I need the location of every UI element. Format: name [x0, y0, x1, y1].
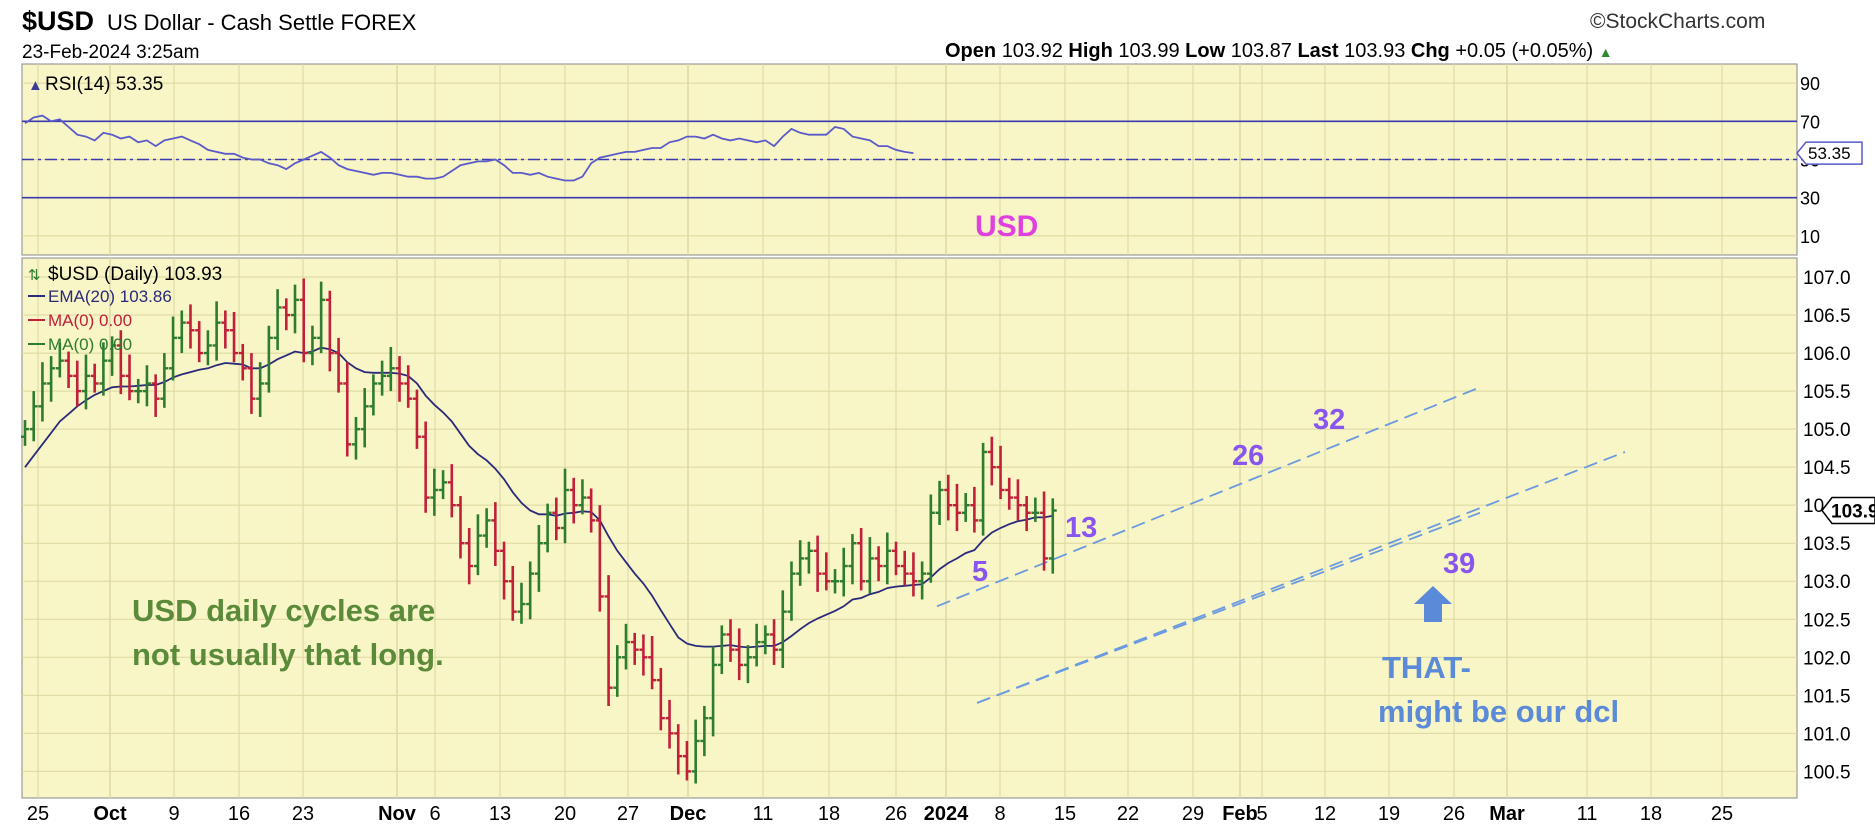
- rsi-tick-label: 10: [1800, 227, 1820, 247]
- price-panel: 107.0106.5106.0105.5105.0104.5104.0103.5…: [21, 257, 1875, 799]
- price-tick-label: 101.0: [1803, 724, 1851, 745]
- dcl-note-line1: THAT-: [1382, 650, 1471, 685]
- x-tick-label: Mar: [1489, 803, 1525, 825]
- x-tick-label: 15: [1054, 803, 1076, 825]
- exchange-label: FOREX: [340, 10, 417, 35]
- price-tick-label: 106.0: [1803, 344, 1851, 365]
- dcl-note-line2: might be our dcl: [1378, 694, 1619, 729]
- price-tick-label: 107.0: [1803, 268, 1851, 289]
- rsi-tick-label: 90: [1800, 74, 1820, 94]
- x-tick-label: 25: [1711, 803, 1733, 825]
- description-text: US Dollar - Cash Settle: [107, 10, 335, 35]
- x-tick-label: 8: [994, 803, 1005, 825]
- x-tick-label: Feb: [1222, 803, 1258, 825]
- rsi-legend-text: RSI(14) 53.35: [45, 74, 163, 95]
- quote-datetime: 23-Feb-2024 3:25am: [22, 42, 200, 63]
- x-tick-label: Nov: [378, 803, 417, 825]
- ma1-legend-text: MA(0) 0.00: [48, 311, 132, 330]
- x-tick-label: 5: [1256, 803, 1267, 825]
- chg-label: Chg: [1410, 40, 1450, 62]
- x-axis-ticks: 25 Oct 9 16 23 Nov 6 13 20 27 Dec 11 18 26 2024 8 15 22 29…: [27, 803, 1733, 825]
- x-tick-label: 16: [228, 803, 250, 825]
- rsi-tick-label: 30: [1800, 189, 1820, 209]
- low-label: Low: [1185, 40, 1226, 62]
- cycle-label-5: 5: [972, 556, 988, 588]
- brand-watermark: ©StockCharts.com: [1590, 10, 1766, 33]
- stock-chart: 9070503010 ▲ RSI(14) 53.35 53.35 USD 107…: [21, 63, 1875, 825]
- x-tick-label: 27: [617, 803, 639, 825]
- price-tick-label: 103.0: [1803, 572, 1851, 593]
- low-value: 103.87: [1230, 40, 1292, 62]
- price-tick-label: 105.5: [1803, 382, 1851, 403]
- rsi-tick-label: 70: [1800, 112, 1820, 132]
- x-tick-label: Dec: [670, 803, 707, 825]
- x-tick-label: 26: [885, 803, 907, 825]
- rsi-legend: ▲ RSI(14) 53.35: [28, 74, 163, 95]
- cycle-label-26: 26: [1232, 440, 1264, 472]
- cycle-note-line1: USD daily cycles are: [132, 593, 435, 628]
- x-tick-label: 18: [818, 803, 840, 825]
- x-tick-label: 22: [1117, 803, 1139, 825]
- ema-legend-text: EMA(20) 103.86: [48, 287, 172, 306]
- price-tick-label: 100.5: [1803, 762, 1851, 783]
- cycle-note-line2: not usually that long.: [132, 637, 444, 672]
- cycle-label-39: 39: [1443, 548, 1475, 580]
- cycle-label-13: 13: [1065, 512, 1097, 544]
- price-tick-label: 104.5: [1803, 458, 1851, 479]
- cycle-label-32: 32: [1313, 404, 1345, 436]
- x-tick-label: 2024: [924, 803, 969, 825]
- usd-label: USD: [975, 210, 1038, 243]
- last-label: Last: [1297, 40, 1339, 62]
- x-tick-label: 23: [292, 803, 314, 825]
- x-tick-label: 26: [1443, 803, 1465, 825]
- price-tick-label: 105.0: [1803, 420, 1851, 441]
- price-tick-label: 102.0: [1803, 648, 1851, 669]
- rsi-legend-icon: ▲: [28, 77, 43, 94]
- x-tick-label: Oct: [93, 803, 127, 825]
- high-label: High: [1068, 40, 1113, 62]
- x-tick-label: 29: [1182, 803, 1204, 825]
- x-tick-label: 12: [1314, 803, 1336, 825]
- price-last-label: 103.93: [1831, 502, 1875, 523]
- x-tick-label: 6: [429, 803, 440, 825]
- rsi-panel: 9070503010 ▲ RSI(14) 53.35 53.35 USD: [21, 63, 1863, 256]
- x-tick-label: 9: [168, 803, 179, 825]
- price-axis-ticks: 107.0106.5106.0105.5105.0104.5104.0103.5…: [1803, 268, 1851, 783]
- open-value: 103.92: [1001, 40, 1063, 62]
- last-value: 103.93: [1344, 40, 1406, 62]
- x-tick-label: 19: [1378, 803, 1400, 825]
- chg-up-arrow-icon: ▲: [1598, 44, 1613, 60]
- ohlc-summary: Open 103.92 High 103.99 Low 103.87 Last …: [945, 40, 1613, 63]
- chg-value: +0.05 (+0.05%): [1455, 40, 1594, 62]
- price-tick-label: 101.5: [1803, 686, 1851, 707]
- x-tick-label: 11: [753, 803, 774, 825]
- rsi-value-marker: 53.35: [1796, 141, 1863, 165]
- x-tick-label: 13: [489, 803, 511, 825]
- x-tick-label: 18: [1640, 803, 1662, 825]
- price-last-marker: 103.93: [1821, 496, 1875, 525]
- ma2-legend-text: MA(0) 0.00: [48, 335, 132, 354]
- instrument-description: US Dollar - Cash Settle FOREX: [107, 10, 416, 36]
- rsi-value-label: 53.35: [1808, 144, 1851, 163]
- x-tick-label: 25: [27, 803, 49, 825]
- price-tick-label: 103.5: [1803, 534, 1851, 555]
- price-legend-icon: ⇅: [28, 267, 41, 284]
- x-tick-label: 11: [1577, 803, 1598, 825]
- high-value: 103.99: [1118, 40, 1180, 62]
- price-tick-label: 106.5: [1803, 306, 1851, 327]
- ticker-symbol: $USD: [22, 6, 95, 36]
- x-tick-label: 20: [554, 803, 576, 825]
- price-legend-main: $USD (Daily) 103.93: [48, 264, 222, 285]
- price-tick-label: 102.5: [1803, 610, 1851, 631]
- open-label: Open: [945, 40, 997, 62]
